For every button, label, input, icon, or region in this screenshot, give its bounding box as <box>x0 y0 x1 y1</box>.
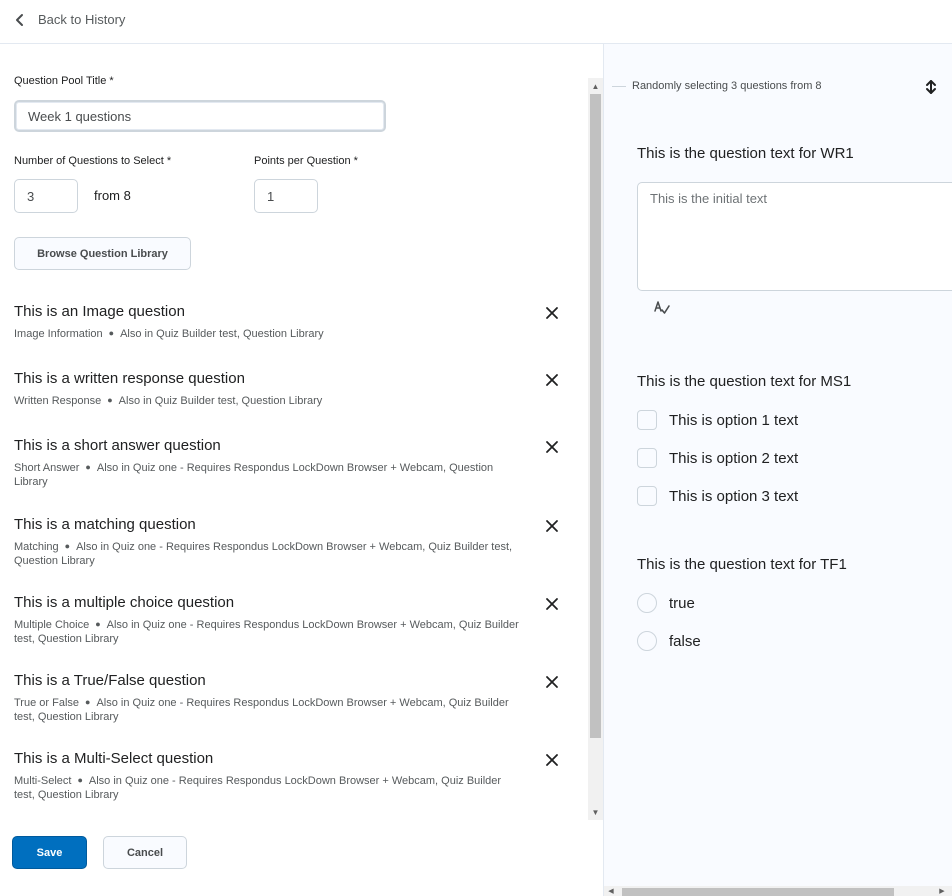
bullet-separator: ● <box>108 328 115 338</box>
wr-response-textarea[interactable]: This is the initial text <box>637 182 952 291</box>
bullet-separator: ● <box>95 619 101 629</box>
preview-header-text: Randomly selecting 3 questions from 8 <box>632 80 822 92</box>
preview-panel: Randomly selecting 3 questions from 8 Th… <box>603 44 952 896</box>
pool-editor-panel: Question Pool Title * Week 1 questions N… <box>0 44 603 896</box>
tf-option[interactable]: false <box>637 631 701 651</box>
scrollbar-thumb[interactable] <box>590 94 601 738</box>
question-item: This is a True/False question True or Fa… <box>14 672 574 724</box>
close-icon[interactable] <box>544 305 560 321</box>
close-icon[interactable] <box>544 752 560 768</box>
cancel-button[interactable]: Cancel <box>103 836 187 869</box>
option-label: false <box>669 632 701 650</box>
bullet-separator: ● <box>107 395 113 405</box>
points-label: Points per Question * <box>254 155 358 167</box>
ms-option[interactable]: This is option 1 text <box>637 410 798 430</box>
close-icon[interactable] <box>544 596 560 612</box>
header-divider <box>612 85 626 87</box>
question-item: This is a short answer question Short An… <box>14 437 574 489</box>
scroll-up-arrow-icon[interactable]: ▲ <box>588 80 603 92</box>
back-link-label: Back to History <box>38 12 126 27</box>
num-questions-input[interactable]: 3 <box>14 179 78 213</box>
close-icon[interactable] <box>544 372 560 388</box>
from-count-text: from 8 <box>94 188 131 203</box>
checkbox[interactable] <box>637 410 657 430</box>
option-label: true <box>669 594 695 612</box>
close-icon[interactable] <box>544 674 560 690</box>
bullet-separator: ● <box>64 541 71 551</box>
question-also-in: Also in Quiz one - Requires Respondus Lo… <box>14 619 519 645</box>
question-also-in: Also in Quiz Builder test, Question Libr… <box>120 328 324 340</box>
option-label: This is option 2 text <box>669 449 799 467</box>
pool-title-label: Question Pool Title * <box>14 75 114 87</box>
bullet-separator: ● <box>77 775 83 785</box>
wr-question-title: This is the question text for WR1 <box>637 145 854 162</box>
question-type: Matching <box>14 541 59 553</box>
browse-question-library-button[interactable]: Browse Question Library <box>14 237 191 270</box>
question-title: This is an Image question <box>14 303 185 320</box>
num-questions-label: Number of Questions to Select * <box>14 155 172 167</box>
radio-button[interactable] <box>637 593 657 613</box>
option-label: This is option 3 text <box>669 487 799 505</box>
question-meta: Multi-Select ● Also in Quiz one - Requires… <box>14 773 519 802</box>
question-type: Multi-Select <box>14 775 72 787</box>
pool-title-input[interactable]: Week 1 questions <box>14 100 386 132</box>
question-meta: Short Answer ● Also in Quiz one - Requires… <box>14 460 519 489</box>
question-also-in: Also in Quiz one - Requires Respondus Lo… <box>14 541 513 567</box>
spellcheck-icon[interactable] <box>652 298 672 318</box>
question-type: Short Answer <box>14 462 80 474</box>
question-item: This is a multiple choice question Multi… <box>14 594 574 646</box>
question-item: This is a written response question Writ… <box>14 370 574 408</box>
tf-option[interactable]: true <box>637 593 695 613</box>
question-item: This is an Image question Image Informat… <box>14 303 574 341</box>
points-input[interactable]: 1 <box>254 179 318 213</box>
question-title: This is a multiple choice question <box>14 594 235 611</box>
refresh-icon[interactable] <box>922 78 940 96</box>
chevron-left-icon <box>16 13 23 26</box>
top-bar: Back to History <box>0 0 952 44</box>
tf-question-title: This is the question text for TF1 <box>637 556 847 573</box>
back-to-history-link[interactable]: Back to History <box>14 12 125 27</box>
question-meta: Image Information ● Also in Quiz Builder t… <box>14 326 519 341</box>
checkbox[interactable] <box>637 486 657 506</box>
ms-option[interactable]: This is option 3 text <box>637 486 798 506</box>
question-title: This is a True/False question <box>14 672 206 689</box>
vertical-scrollbar[interactable]: ▲ ▼ <box>588 78 603 820</box>
question-title: This is a written response question <box>14 370 245 387</box>
radio-button[interactable] <box>637 631 657 651</box>
question-title: This is a Multi-Select question <box>14 750 214 767</box>
scroll-right-arrow-icon[interactable]: ▶ <box>937 886 947 896</box>
question-title: This is a matching question <box>14 516 196 533</box>
question-meta: Matching ● Also in Quiz one - Requires Res… <box>14 539 519 568</box>
bullet-separator: ● <box>85 462 91 472</box>
question-type: Written Response <box>14 395 102 407</box>
option-label: This is option 1 text <box>669 411 799 429</box>
question-item: This is a Multi-Select question Multi-Se… <box>14 750 574 802</box>
horizontal-scrollbar[interactable]: ◀ ▶ <box>604 886 952 896</box>
question-type: Multiple Choice <box>14 619 90 631</box>
question-meta: True or False ● Also in Quiz one - Require… <box>14 695 519 724</box>
close-icon[interactable] <box>544 439 560 455</box>
scroll-down-arrow-icon[interactable]: ▼ <box>588 806 603 818</box>
question-list: This is an Image question Image Informat… <box>0 296 588 816</box>
checkbox[interactable] <box>637 448 657 468</box>
question-title: This is a short answer question <box>14 437 221 454</box>
ms-option[interactable]: This is option 2 text <box>637 448 798 468</box>
question-also-in: Also in Quiz Builder test, Question Libr… <box>118 395 323 407</box>
question-also-in: Also in Quiz one - Requires Respondus Lo… <box>14 775 502 801</box>
bullet-separator: ● <box>85 697 91 707</box>
scroll-left-arrow-icon[interactable]: ◀ <box>606 886 616 896</box>
close-icon[interactable] <box>544 518 560 534</box>
preview-header: Randomly selecting 3 questions from 8 <box>612 80 822 92</box>
question-meta: Written Response ● Also in Quiz Builder te… <box>14 393 519 408</box>
ms-question-title: This is the question text for MS1 <box>637 373 852 390</box>
save-button[interactable]: Save <box>12 836 87 869</box>
question-item: This is a matching question Matching ● Als… <box>14 516 574 568</box>
question-type: True or False <box>14 697 80 709</box>
scrollbar-thumb[interactable] <box>622 888 894 896</box>
question-type: Image Information <box>14 328 103 340</box>
question-meta: Multiple Choice ● Also in Quiz one - Requi… <box>14 617 519 646</box>
